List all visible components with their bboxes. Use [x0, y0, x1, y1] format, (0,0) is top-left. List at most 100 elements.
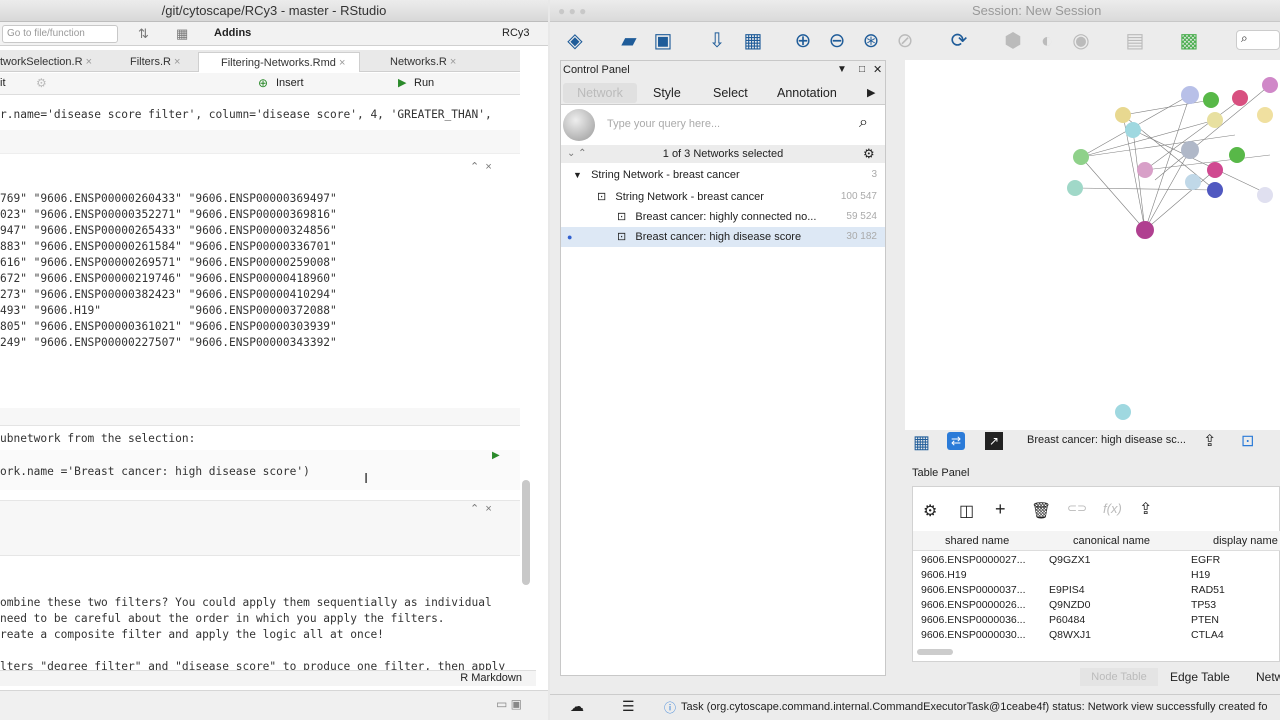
- tab-scroll-icon[interactable]: ▶: [867, 83, 875, 103]
- tab-network-table[interactable]: Netw: [1256, 668, 1280, 686]
- network-row-selected[interactable]: ● ⊡ Breast cancer: high disease score 30…: [561, 227, 885, 247]
- close-icon[interactable]: ✕: [873, 61, 882, 79]
- table-row[interactable]: 9606.H19 H19: [921, 568, 1210, 583]
- network-view-toolbar: ▦ ⇄ ↗ Breast cancer: high disease sc... …: [905, 430, 1280, 454]
- gear-icon[interactable]: ⚙: [863, 145, 875, 163]
- network-icon: ⊡: [597, 191, 607, 203]
- git-icon[interactable]: ⇅: [138, 26, 149, 42]
- output-row: 616" "9606.ENSP00000269571" "9606.ENSP00…: [0, 256, 337, 269]
- table-row[interactable]: 9606.ENSP0000036... P60484 PTEN: [921, 613, 1219, 628]
- expand-collapse-icon[interactable]: ⌄ ⌃: [567, 145, 587, 163]
- gear-icon[interactable]: ⚙: [36, 76, 47, 90]
- code-line-filter: r.name='disease score filter', column='d…: [0, 108, 492, 121]
- import-table-icon[interactable]: ▦: [740, 28, 766, 54]
- control-panel-tabs: Network Style Select Annotation ▶: [561, 79, 885, 105]
- tab-filtering-networks[interactable]: Filtering-Networks.Rmd ×: [198, 52, 360, 72]
- tab-node-table[interactable]: Node Table: [1080, 668, 1158, 686]
- tab-networks[interactable]: Networks.R ×: [368, 52, 468, 72]
- tab-network[interactable]: Network: [563, 83, 637, 103]
- table-panel-header: Table Panel: [912, 467, 970, 479]
- grid-view-icon[interactable]: ▦: [913, 432, 930, 453]
- tab-filters[interactable]: Filters.R ×: [110, 52, 194, 72]
- eye-icon[interactable]: ◉: [1068, 28, 1094, 54]
- addins-menu[interactable]: Addins: [214, 27, 251, 39]
- selected-dot-icon: ●: [567, 232, 573, 242]
- goto-file-input[interactable]: Go to file/function: [2, 25, 118, 43]
- tab-select[interactable]: Select: [713, 83, 748, 103]
- grid-icon[interactable]: ▦: [176, 26, 188, 42]
- apps-grid-icon[interactable]: ▩: [1176, 28, 1202, 54]
- search-icon[interactable]: ⌕: [859, 114, 868, 132]
- add-column-icon[interactable]: +: [995, 499, 1006, 520]
- open-folder-icon[interactable]: ▰: [616, 28, 642, 54]
- project-menu[interactable]: RCy3: [502, 27, 530, 39]
- table-row[interactable]: 9606.ENSP0000030... Q8WXJ1 CTLA4: [921, 628, 1224, 643]
- search-icon[interactable]: ⌕: [1236, 30, 1280, 50]
- zoom-selected-icon[interactable]: ⊘: [892, 28, 918, 54]
- link-icon[interactable]: ⊂⊃: [1067, 501, 1087, 515]
- output-row: 947" "9606.ENSP00000265433" "9606.ENSP00…: [0, 224, 337, 237]
- tab-edge-table[interactable]: Edge Table: [1170, 668, 1230, 686]
- table-row[interactable]: 9606.ENSP0000037... E9PIS4 RAD51: [921, 583, 1225, 598]
- prose-line: ombine these two filters? You could appl…: [0, 596, 492, 609]
- hide-selected-icon[interactable]: ⬢: [1000, 28, 1026, 54]
- gear-icon[interactable]: ⚙: [923, 501, 937, 521]
- task-list-icon[interactable]: ☰: [622, 698, 635, 715]
- export-icon[interactable]: ⇪: [1203, 431, 1216, 451]
- tab-style[interactable]: Style: [653, 83, 681, 103]
- cytoscape-toolbar: ◈ ▰ ▣ ⇩ ▦ ⊕ ⊖ ⊛ ⊘ ⟳ ⬢ ◐ ◉ ▤ ▩ ⌕: [550, 22, 1280, 60]
- import-network-icon[interactable]: ⇩: [704, 28, 730, 54]
- function-icon[interactable]: f(x): [1103, 501, 1122, 516]
- network-graph[interactable]: [905, 60, 1280, 430]
- window-controls[interactable]: ● ● ●: [558, 0, 586, 22]
- share-network-icon[interactable]: ⇄: [947, 432, 965, 450]
- cloud-icon[interactable]: ☁: [570, 698, 584, 715]
- run-chunk-icon[interactable]: ▶: [492, 450, 500, 461]
- rstudio-title: /git/cytoscape/RCy3 - master - RStudio: [0, 0, 548, 22]
- globe-icon[interactable]: [563, 109, 595, 141]
- detach-view-icon[interactable]: ↗: [985, 432, 1003, 450]
- export-table-icon[interactable]: ⇪: [1139, 499, 1152, 519]
- network-row[interactable]: ⊡ String Network - breast cancer 100 547: [561, 187, 885, 207]
- copy-icon[interactable]: ▤: [1122, 28, 1148, 54]
- insert-button[interactable]: Insert: [276, 77, 304, 89]
- refresh-icon[interactable]: ⟳: [946, 28, 972, 54]
- column-shared-name[interactable]: shared name: [945, 533, 1009, 549]
- tab-annotation[interactable]: Annotation: [777, 83, 837, 103]
- prose-line: need to be careful about the order in wh…: [0, 612, 445, 625]
- network-canvas[interactable]: [905, 60, 1280, 430]
- columns-icon[interactable]: ◫: [959, 501, 974, 521]
- run-button[interactable]: Run: [414, 77, 434, 89]
- query-input[interactable]: Type your query here...: [603, 113, 855, 135]
- chunk-controls[interactable]: ⌃ ×: [470, 160, 492, 173]
- network-icon: ⊡: [617, 211, 627, 223]
- subnetwork-text: ubnetwork from the selection:: [0, 432, 196, 445]
- editor-scrollbar[interactable]: [522, 480, 530, 585]
- float-icon[interactable]: □: [859, 61, 865, 79]
- zoom-out-icon[interactable]: ⊖: [824, 28, 850, 54]
- file-mode[interactable]: R Markdown: [460, 672, 522, 684]
- network-row[interactable]: ⊡ Breast cancer: highly connected no... …: [561, 207, 885, 227]
- table-row[interactable]: 9606.ENSP0000027... Q9GZX1 EGFR: [921, 553, 1220, 568]
- column-display-name[interactable]: display name: [1213, 533, 1278, 549]
- table-row[interactable]: 9606.ENSP0000026... Q9NZD0 TP53: [921, 598, 1216, 613]
- delete-icon[interactable]: 🗑: [1031, 501, 1051, 521]
- show-all-icon[interactable]: ◐: [1034, 28, 1060, 54]
- dropdown-icon[interactable]: ▼: [837, 61, 847, 79]
- select-mode-icon[interactable]: ⊡: [1241, 431, 1254, 451]
- control-panel-header: Control Panel ▼ □ ✕: [561, 61, 885, 79]
- output-row: 769" "9606.ENSP00000260433" "9606.ENSP00…: [0, 192, 337, 205]
- save-icon[interactable]: ▣: [650, 28, 676, 54]
- zoom-fit-icon[interactable]: ⊛: [858, 28, 884, 54]
- collapse-icon[interactable]: ▼: [573, 170, 582, 180]
- current-view-label: Breast cancer: high disease sc...: [1027, 434, 1186, 446]
- network-icon[interactable]: ◈: [562, 28, 588, 54]
- tab-networkselection[interactable]: tworkSelection.R ×: [0, 52, 98, 72]
- chunk-controls[interactable]: ⌃ ×: [470, 502, 492, 515]
- editor-status-bar: R Markdown: [0, 670, 536, 686]
- restore-pane-icon[interactable]: ▭ ▣: [496, 697, 522, 711]
- network-collection-row[interactable]: ▼ String Network - breast cancer 3: [561, 165, 885, 185]
- column-canonical-name[interactable]: canonical name: [1073, 533, 1150, 549]
- table-scrollbar[interactable]: [917, 649, 953, 655]
- zoom-in-icon[interactable]: ⊕: [790, 28, 816, 54]
